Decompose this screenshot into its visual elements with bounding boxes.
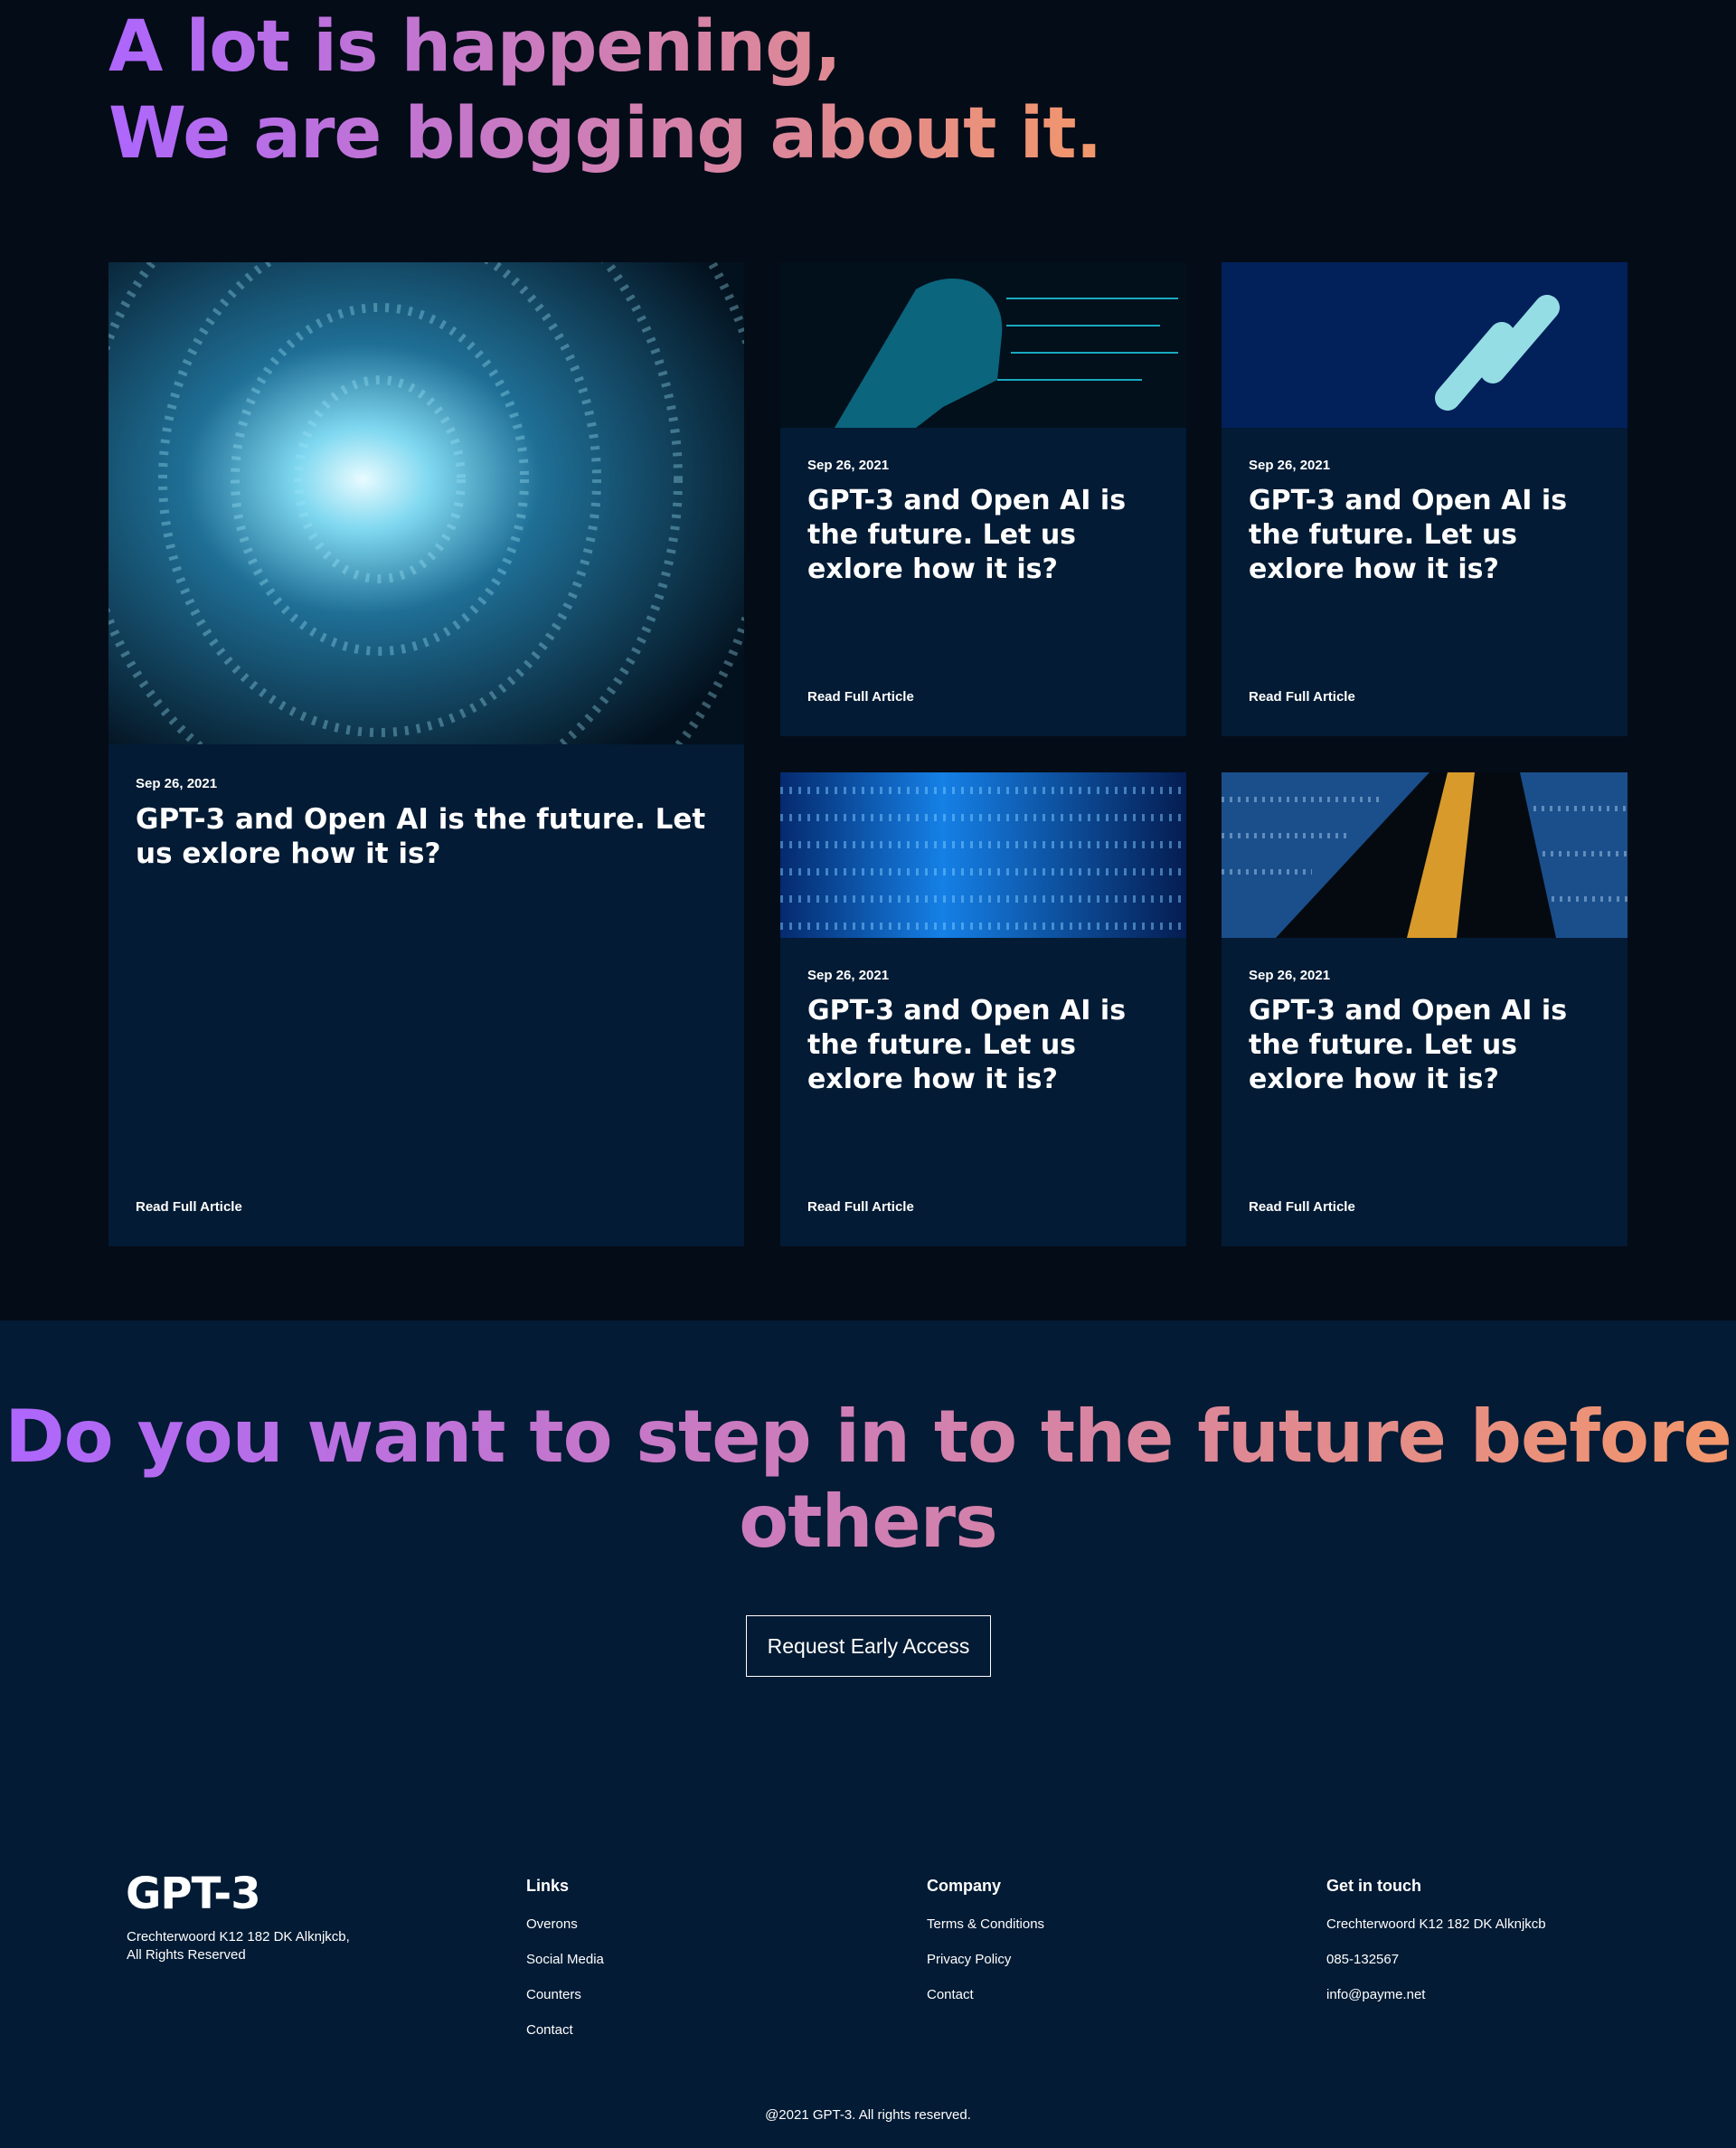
footer-company-column: Company Terms & Conditions Privacy Polic… bbox=[927, 1877, 1044, 2022]
card-title: GPT-3 and Open AI is the future. Let us … bbox=[136, 803, 706, 870]
cta-heading: Do you want to step in to the future bef… bbox=[0, 1395, 1736, 1565]
ai-face-circuit-image bbox=[780, 262, 1186, 428]
blue-binary-grid-image bbox=[780, 772, 1186, 938]
footer-link-terms[interactable]: Terms & Conditions bbox=[927, 1916, 1044, 1933]
footer-logo[interactable]: GPT-3 bbox=[126, 1869, 261, 1919]
card-date: Sep 26, 2021 bbox=[1249, 968, 1331, 983]
footer-contact-address: Crechterwoord K12 182 DK Alknjkcb bbox=[1326, 1916, 1546, 1932]
cta-section: Do you want to step in to the future bef… bbox=[0, 1320, 1736, 2148]
article-card[interactable]: Sep 26, 2021 GPT-3 and Open AI is the fu… bbox=[1222, 262, 1628, 736]
footer-contact-title: Get in touch bbox=[1326, 1877, 1421, 1895]
footer-link-overons[interactable]: Overons bbox=[526, 1916, 604, 1933]
card-date: Sep 26, 2021 bbox=[807, 968, 890, 983]
footer-address-line: Crechterwoord K12 182 DK Alknjkcb, bbox=[127, 1929, 350, 1945]
card-date: Sep 26, 2021 bbox=[1249, 458, 1331, 473]
binary-tunnel-image bbox=[108, 262, 744, 744]
blog-heading: A lot is happening, We are blogging abou… bbox=[108, 4, 1101, 177]
footer-rights-line: All Rights Reserved bbox=[127, 1947, 246, 1963]
footer-link-social-media[interactable]: Social Media bbox=[526, 1952, 604, 1968]
read-full-article-link[interactable]: Read Full Article bbox=[807, 689, 914, 705]
footer-contact-email[interactable]: info@payme.net bbox=[1326, 1987, 1546, 2003]
read-full-article-link[interactable]: Read Full Article bbox=[1249, 689, 1355, 705]
card-date: Sep 26, 2021 bbox=[136, 776, 218, 791]
chain-link-binary-image bbox=[1222, 262, 1628, 428]
footer-link-company-contact[interactable]: Contact bbox=[927, 1987, 1044, 2003]
blog-section: A lot is happening, We are blogging abou… bbox=[0, 0, 1736, 1320]
card-title: GPT-3 and Open AI is the future. Let us … bbox=[1249, 995, 1568, 1095]
card-date: Sep 26, 2021 bbox=[807, 458, 890, 473]
footer-link-counters[interactable]: Counters bbox=[526, 1987, 604, 2003]
footer-links-title: Links bbox=[526, 1877, 570, 1895]
footer-link-contact[interactable]: Contact bbox=[526, 2022, 604, 2039]
request-early-access-button[interactable]: Request Early Access bbox=[746, 1615, 991, 1677]
article-card[interactable]: Sep 26, 2021 GPT-3 and Open AI is the fu… bbox=[780, 772, 1186, 1246]
footer-links-column: Links Overons Social Media Counters Cont… bbox=[526, 1877, 604, 2058]
read-full-article-link[interactable]: Read Full Article bbox=[1249, 1199, 1355, 1215]
footer-address: Crechterwoord K12 182 DK Alknjkcb, All R… bbox=[127, 1928, 350, 1964]
article-card[interactable]: Sep 26, 2021 GPT-3 and Open AI is the fu… bbox=[780, 262, 1186, 736]
card-title: GPT-3 and Open AI is the future. Let us … bbox=[807, 485, 1127, 585]
read-full-article-link[interactable]: Read Full Article bbox=[136, 1199, 242, 1215]
card-title: GPT-3 and Open AI is the future. Let us … bbox=[1249, 485, 1568, 585]
footer-contact-column: Get in touch Crechterwoord K12 182 DK Al… bbox=[1326, 1877, 1546, 2022]
read-full-article-link[interactable]: Read Full Article bbox=[807, 1199, 914, 1215]
article-card-featured[interactable]: Sep 26, 2021 GPT-3 and Open AI is the fu… bbox=[108, 262, 744, 1246]
footer-link-privacy[interactable]: Privacy Policy bbox=[927, 1952, 1044, 1968]
card-title: GPT-3 and Open AI is the future. Let us … bbox=[807, 995, 1127, 1095]
blog-heading-line2: We are blogging about it. bbox=[108, 93, 1102, 175]
article-card[interactable]: Sep 26, 2021 GPT-3 and Open AI is the fu… bbox=[1222, 772, 1628, 1246]
binary-perspective-gold-image bbox=[1222, 772, 1628, 938]
footer-company-title: Company bbox=[927, 1877, 1002, 1895]
blog-heading-line1: A lot is happening, bbox=[108, 6, 841, 88]
footer-copyright: @2021 GPT-3. All rights reserved. bbox=[765, 2107, 971, 2123]
footer-contact-phone[interactable]: 085-132567 bbox=[1326, 1952, 1546, 1968]
